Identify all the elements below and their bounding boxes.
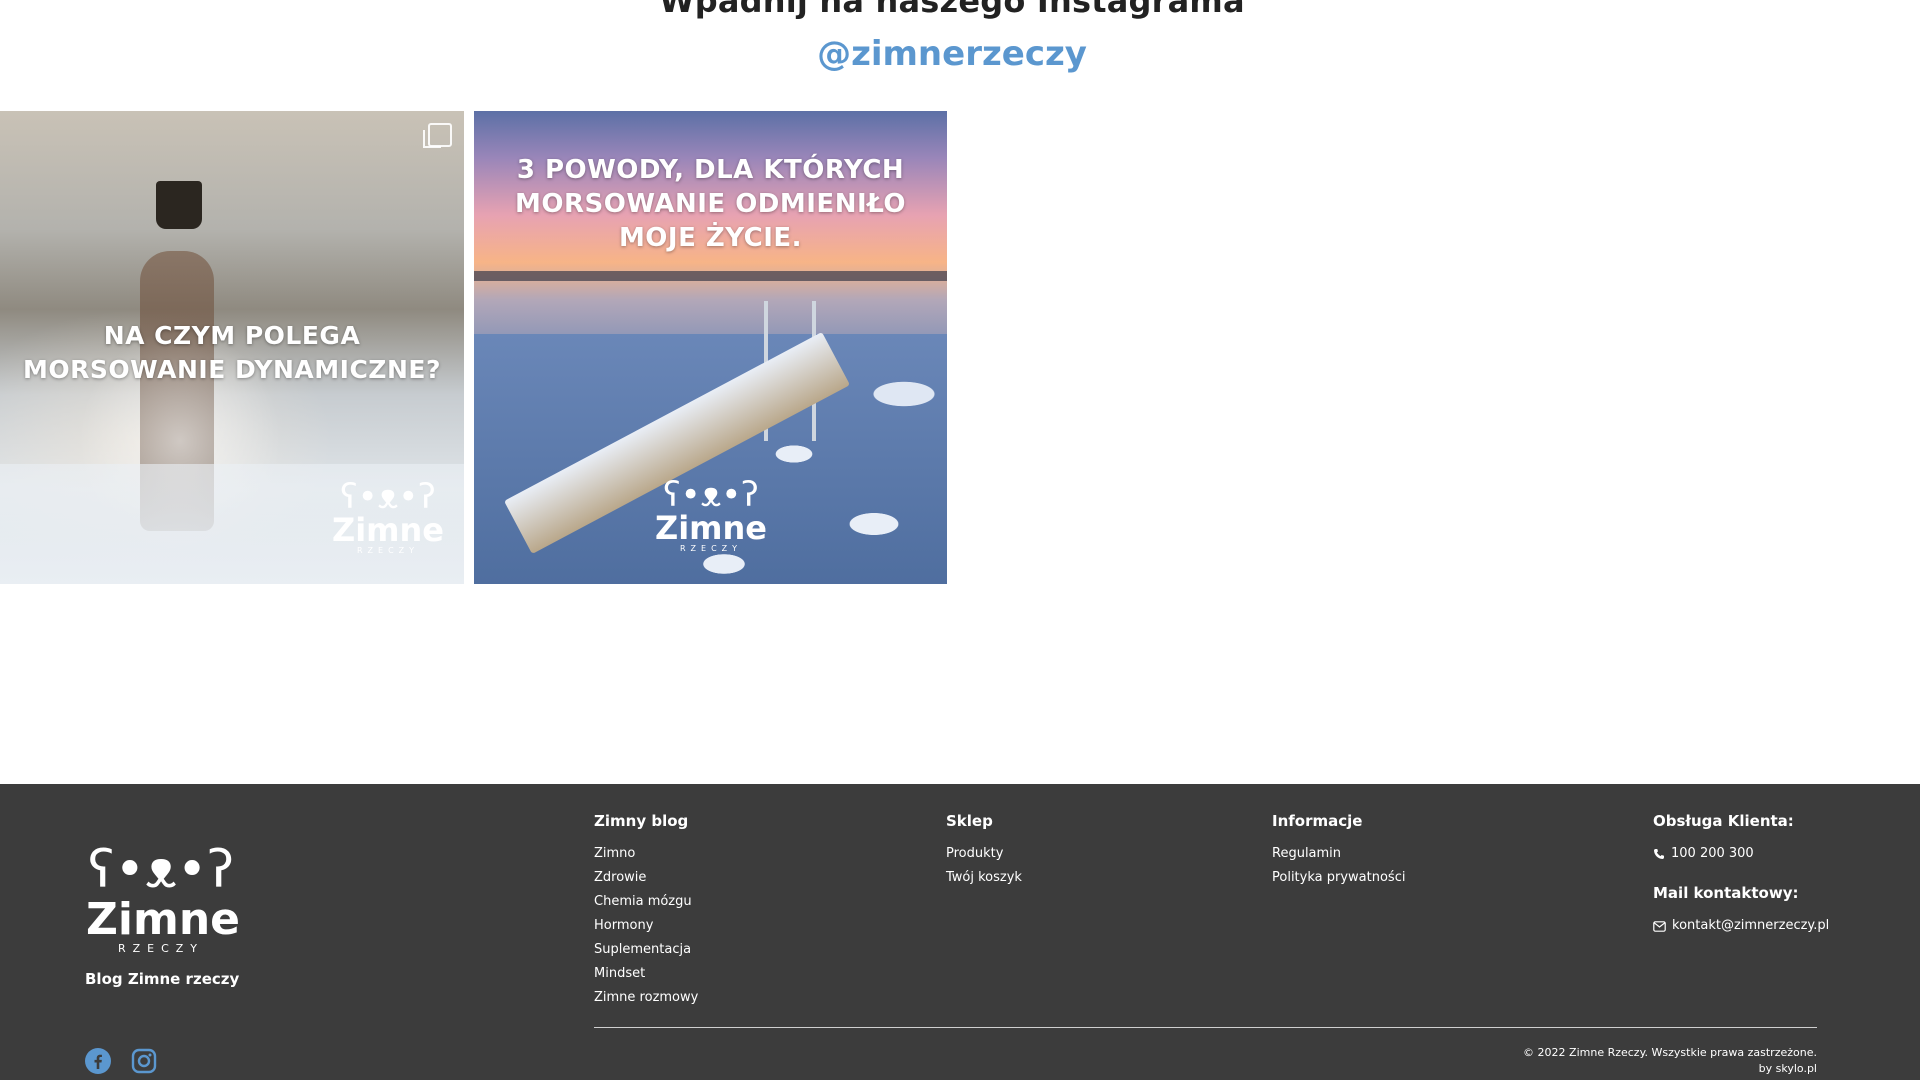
credit-link[interactable]: by skylo.pl <box>1523 1061 1817 1077</box>
post-caption: 3 POWODY, DLA KTÓRYCH MORSOWANIE ODMIENI… <box>515 155 906 253</box>
footer-column-info: Informacje Regulamin Polityka prywatnośc… <box>1272 812 1405 890</box>
column-title: Informacje <box>1272 812 1363 830</box>
footer-link[interactable]: Chemia mózgu <box>594 890 698 914</box>
column-title: Obsługa Klienta: <box>1653 812 1794 830</box>
footer-link[interactable]: Suplementacja <box>594 938 698 962</box>
mail-icon <box>1653 920 1666 932</box>
instagram-handle-link[interactable]: @zimnerzeczy <box>0 34 1904 74</box>
footer-link[interactable]: Zdrowie <box>594 866 698 890</box>
footer-blog-name: Blog Zimne rzeczy <box>85 970 240 988</box>
column-title: Zimny blog <box>594 812 689 830</box>
instagram-icon[interactable] <box>131 1048 157 1074</box>
logo-word: Zimne <box>86 894 240 945</box>
footer-logo[interactable]: ʕ•ᴥ•ʔ Zimne RZECZY <box>86 840 240 956</box>
footer-link[interactable]: Regulamin <box>1272 842 1405 866</box>
bucket-image <box>156 181 202 229</box>
bear-icon: ʕ•ᴥ•ʔ <box>663 475 759 515</box>
phone-link[interactable]: 100 200 300 <box>1653 842 1829 866</box>
email-address: kontakt@zimnerzeczy.pl <box>1672 918 1830 933</box>
footer-divider <box>594 1027 1817 1028</box>
phone-icon <box>1654 849 1664 859</box>
post-logo: ʕ•ᴥ•ʔ Zimne RZECZY <box>328 480 448 556</box>
footer-link[interactable]: Produkty <box>946 842 1022 866</box>
column-title: Sklep <box>946 812 993 830</box>
logo-word: Zimne <box>332 511 444 549</box>
horizon-image <box>474 271 947 281</box>
bear-icon: ʕ•ᴥ•ʔ <box>340 477 436 517</box>
logo-word: Zimne <box>655 509 767 547</box>
footer-column-blog: Zimny blog Zimno Zdrowie Chemia mózgu Ho… <box>594 812 698 1010</box>
footer-column-contact: Obsługa Klienta: 100 200 300 Mail kontak… <box>1653 812 1829 938</box>
footer-link[interactable]: Zimno <box>594 842 698 866</box>
bear-icon: ʕ•ᴥ•ʔ <box>88 840 234 900</box>
post-caption: NA CZYM POLEGA MORSOWANIE DYNAMICZNE? <box>23 321 441 384</box>
instagram-post[interactable]: NA CZYM POLEGA MORSOWANIE DYNAMICZNE? ʕ•… <box>0 111 464 584</box>
footer-link[interactable]: Mindset <box>594 962 698 986</box>
multiple-images-icon <box>423 123 452 148</box>
footer-link[interactable]: Polityka prywatności <box>1272 866 1405 890</box>
instagram-heading: Wpadnij na naszego Instagrama <box>659 0 1245 20</box>
copyright-text: © 2022 Zimne Rzeczy. Wszystkie prawa zas… <box>1523 1046 1817 1059</box>
mail-title: Mail kontaktowy: <box>1653 884 1799 902</box>
footer-link[interactable]: Twój koszyk <box>946 866 1022 890</box>
copyright: © 2022 Zimne Rzeczy. Wszystkie prawa zas… <box>1523 1045 1817 1077</box>
post-logo: ʕ•ᴥ•ʔ Zimne RZECZY <box>651 478 771 554</box>
email-link[interactable]: kontakt@zimnerzeczy.pl <box>1653 914 1829 938</box>
instagram-post[interactable]: 3 POWODY, DLA KTÓRYCH MORSOWANIE ODMIENI… <box>474 111 947 584</box>
phone-number: 100 200 300 <box>1671 846 1754 861</box>
site-footer: ʕ•ᴥ•ʔ Zimne RZECZY Blog Zimne rzeczy Zim… <box>0 784 1920 1080</box>
footer-column-shop: Sklep Produkty Twój koszyk <box>946 812 1022 890</box>
facebook-icon[interactable] <box>85 1048 111 1074</box>
footer-link[interactable]: Hormony <box>594 914 698 938</box>
footer-link[interactable]: Zimne rozmowy <box>594 986 698 1010</box>
